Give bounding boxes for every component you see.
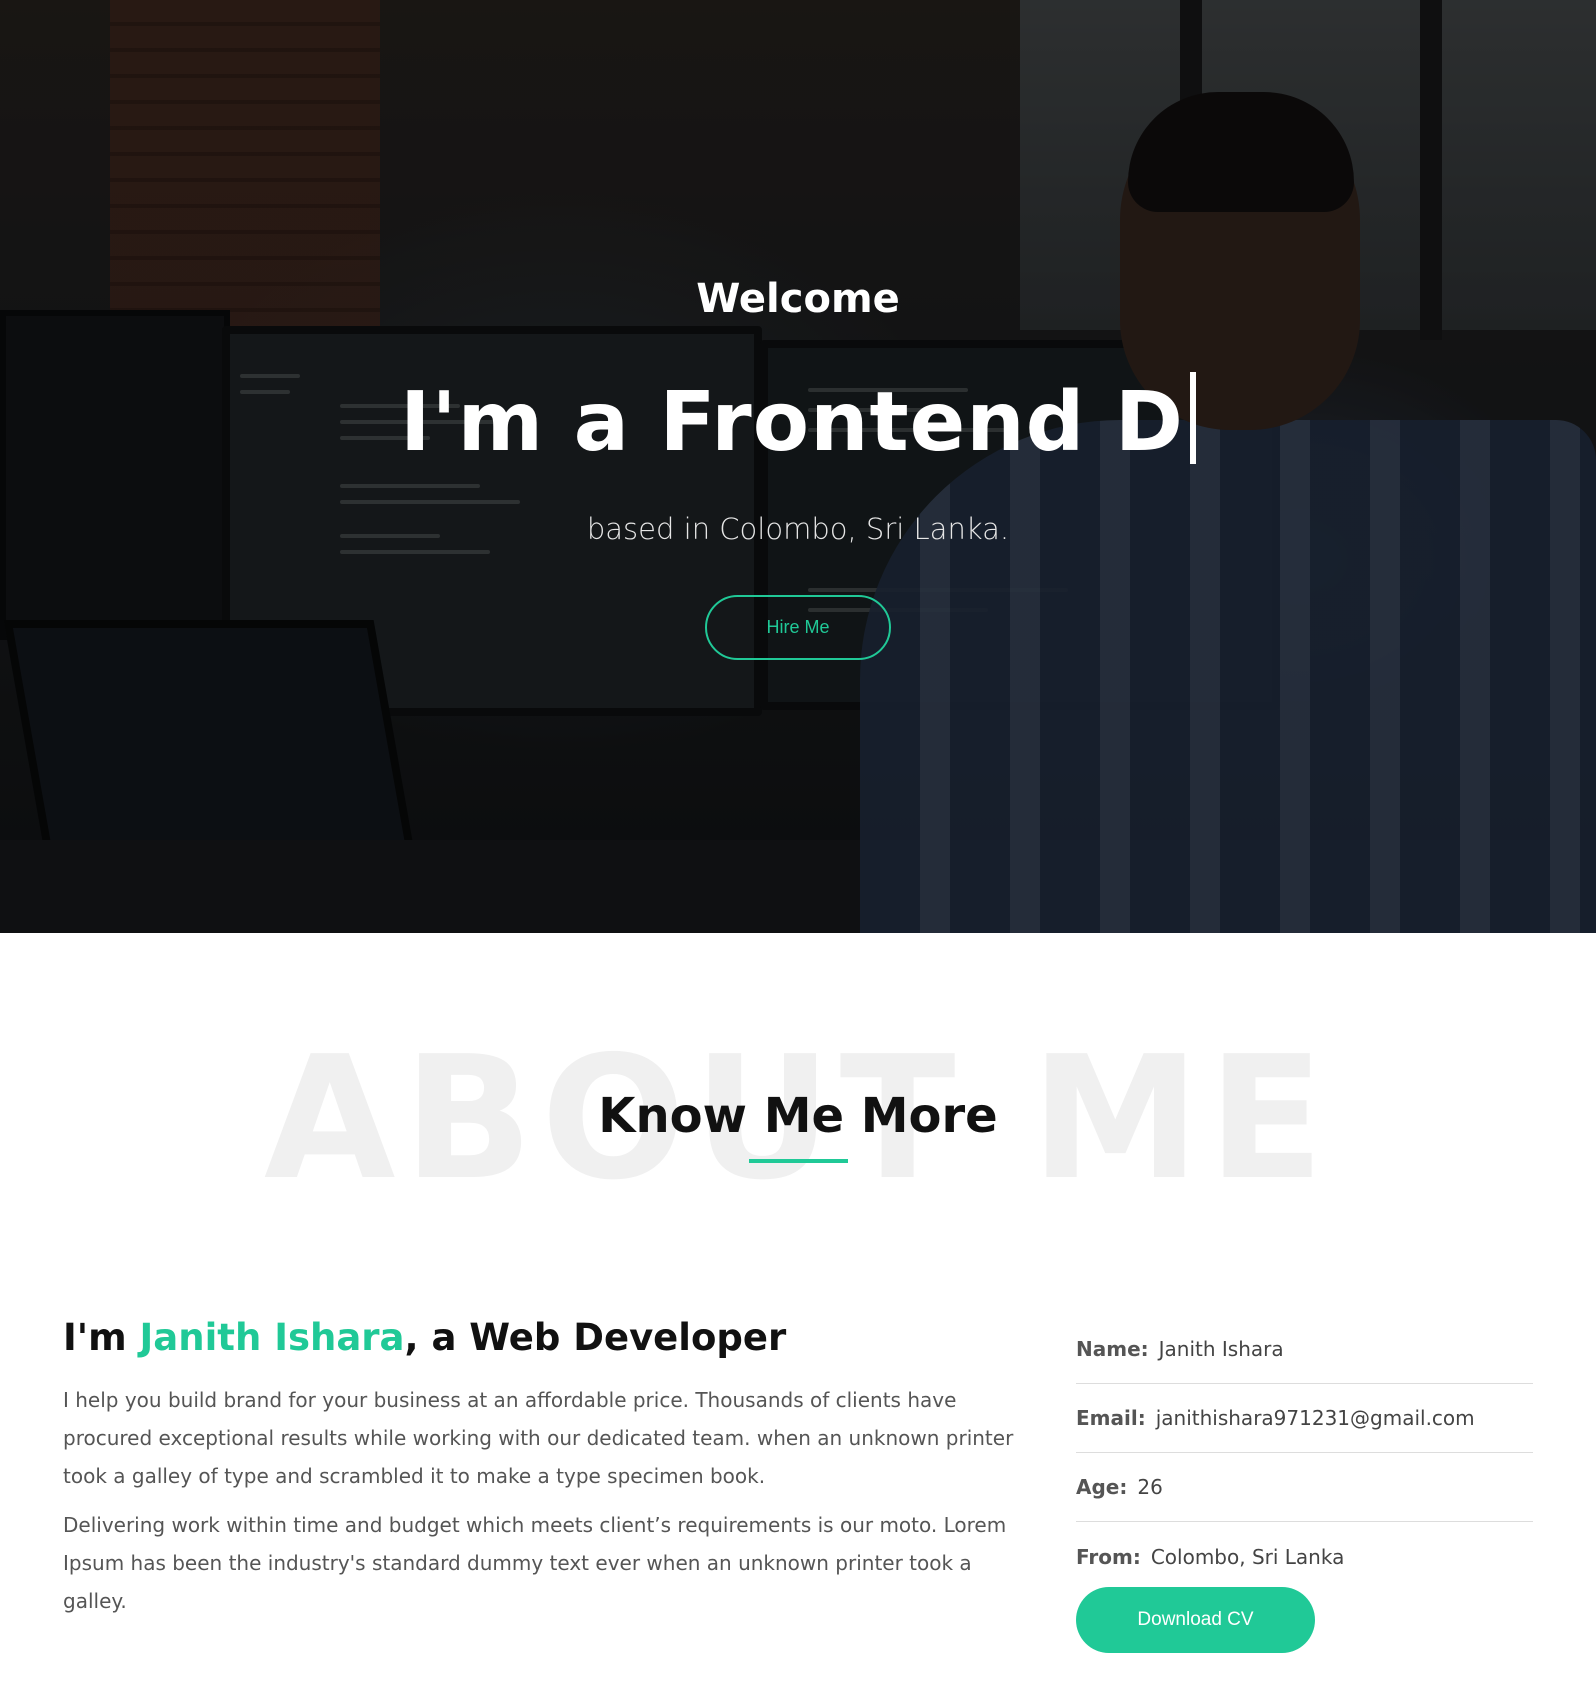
heading-underline xyxy=(749,1159,848,1163)
info-label: From: xyxy=(1076,1544,1141,1569)
info-value: Janith Ishara xyxy=(1158,1337,1284,1361)
hero-title: I'm a Frontend D xyxy=(0,372,1596,470)
info-value: 26 xyxy=(1137,1475,1163,1499)
intro-prefix: I'm xyxy=(63,1316,140,1359)
info-label: Name: xyxy=(1076,1337,1149,1361)
info-row-age: Age: 26 xyxy=(1076,1453,1533,1522)
hero-title-text: I'm a Frontend D xyxy=(400,375,1184,470)
info-row-email: Email: janithishara971231@gmail.com xyxy=(1076,1384,1533,1453)
hero-section: Welcome I'm a Frontend D based in Colomb… xyxy=(0,0,1596,933)
intro-suffix: , a Web Developer xyxy=(404,1316,787,1359)
intro-title: I'm Janith Ishara, a Web Developer xyxy=(63,1316,786,1359)
info-label: Age: xyxy=(1076,1475,1128,1499)
personal-info-list: Name: Janith Ishara Email: janithishara9… xyxy=(1076,1315,1533,1591)
info-row-from: From: Colombo, Sri Lanka xyxy=(1076,1522,1533,1591)
info-row-name: Name: Janith Ishara xyxy=(1076,1315,1533,1384)
hero-content: Welcome I'm a Frontend D based in Colomb… xyxy=(0,0,1596,933)
about-paragraph-1: I help you build brand for your business… xyxy=(63,1388,1014,1488)
typing-cursor xyxy=(1189,372,1196,464)
hero-subtitle: based in Colombo, Sri Lanka. xyxy=(586,512,1010,546)
intro-name: Janith Ishara xyxy=(139,1316,405,1359)
about-heading: Know Me More xyxy=(598,1088,998,1144)
info-value: Colombo, Sri Lanka xyxy=(1150,1544,1345,1569)
hire-me-button[interactable]: Hire Me xyxy=(705,595,891,660)
about-paragraph-2: Delivering work within time and budget w… xyxy=(63,1513,1007,1613)
info-value[interactable]: janithishara971231@gmail.com xyxy=(1156,1406,1475,1430)
download-cv-button[interactable]: Download CV xyxy=(1076,1587,1315,1653)
hero-welcome: Welcome xyxy=(696,276,900,322)
info-label: Email: xyxy=(1076,1406,1146,1430)
